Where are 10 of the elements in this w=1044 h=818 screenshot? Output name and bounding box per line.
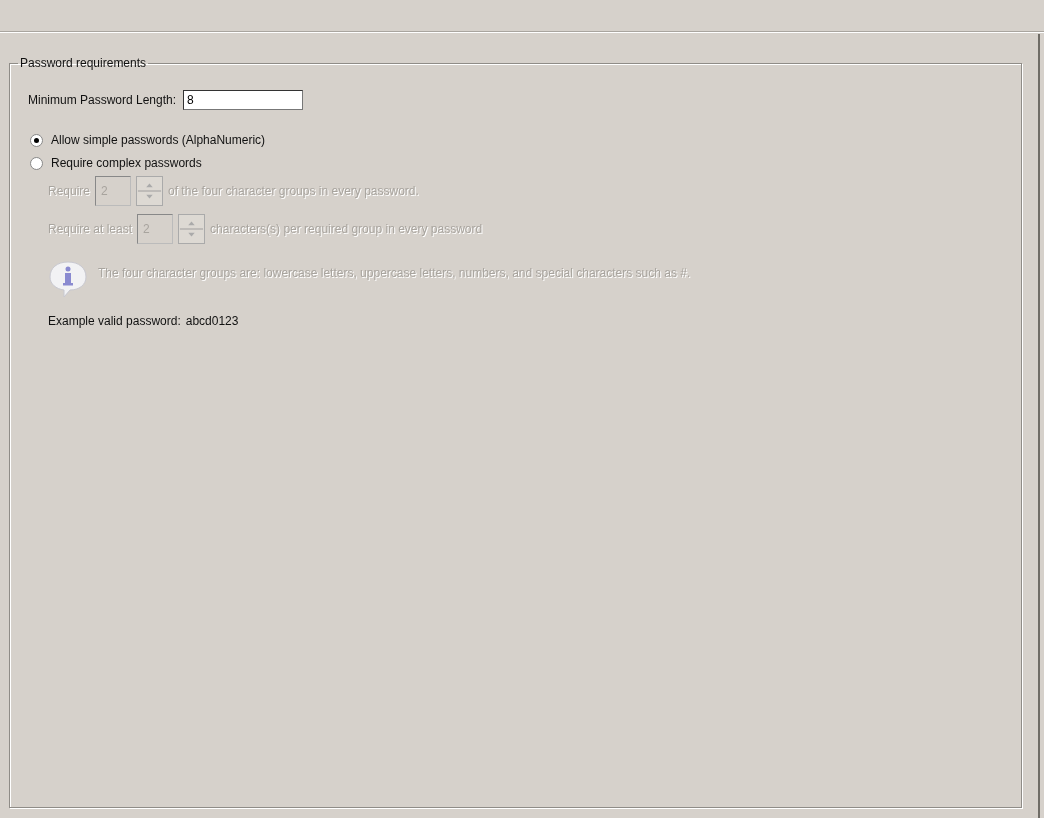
radio-label[interactable]: Allow simple passwords (AlphaNumeric) [51, 133, 266, 147]
radio-label[interactable]: Require complex passwords [51, 156, 202, 170]
input-field[interactable]: 8 [183, 90, 304, 110]
field-label: Minimum Password Length: [28, 93, 177, 107]
info-icon [48, 258, 88, 298]
group-title: Password requirements [19, 56, 148, 70]
example-label: Example valid password: [48, 314, 181, 328]
example-value: abcd0123 [185, 314, 239, 328]
radio-button[interactable] [30, 156, 43, 170]
radio-button[interactable] [30, 133, 43, 147]
